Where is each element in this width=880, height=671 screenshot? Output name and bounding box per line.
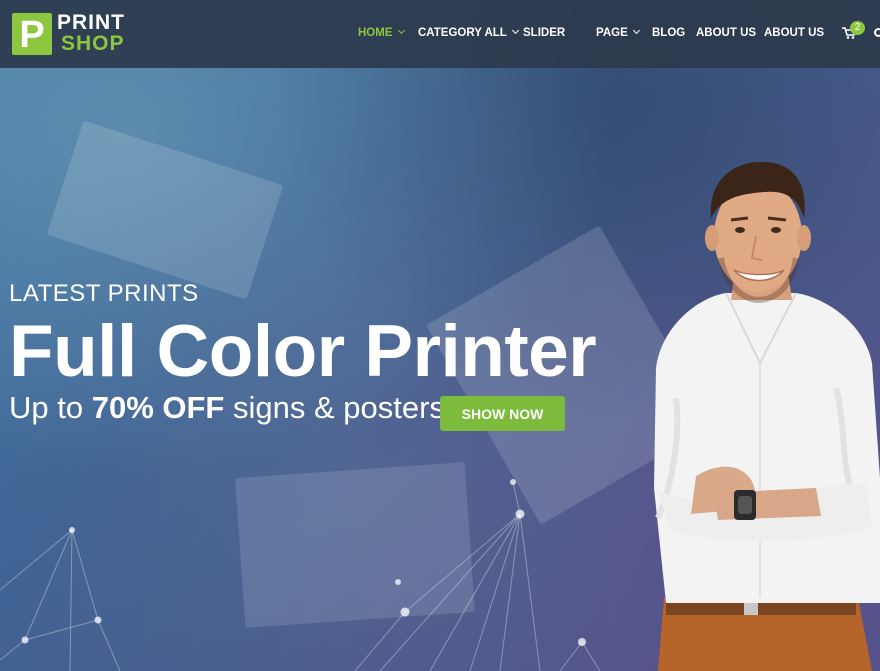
hero-offer-text: Up to 70% OFF signs & posters <box>9 390 445 426</box>
print-shop-logo[interactable]: P PRINT SHOP <box>12 11 130 56</box>
nav-about-us-label: ABOUT US <box>696 27 757 39</box>
hero-headline: Full Color Printer <box>9 311 597 392</box>
top-navbar: P PRINT SHOP HOME CATEGORY ALL SLIDER PA… <box>0 0 880 68</box>
nav-blog-label: BLOG <box>652 27 686 39</box>
smiling-man-photo <box>654 161 880 671</box>
nav-home-label: HOME <box>358 27 393 39</box>
cart-count-badge: 2 <box>850 21 865 35</box>
offer-highlight: 70% OFF <box>91 390 225 425</box>
search-icon[interactable] <box>874 28 880 37</box>
background-paper <box>46 120 284 300</box>
logo-letter-mark: P <box>12 13 52 56</box>
nav-slider[interactable]: SLIDER <box>523 26 565 40</box>
logo-print-text: PRINT <box>57 11 125 34</box>
chevron-down-icon <box>632 26 640 35</box>
logo-shop-text: SHOP <box>61 32 125 55</box>
show-now-button[interactable]: SHOW NOW <box>440 396 565 431</box>
nav-slider-label: SLIDER <box>523 27 566 39</box>
nav-about-us[interactable]: ABOUT US <box>696 26 756 40</box>
nav-about-us-secondary-label: ABOUT US <box>764 27 825 39</box>
network-lines-decoration <box>0 479 601 671</box>
offer-suffix: signs & posters <box>224 390 445 425</box>
hero-eyebrow: LATEST PRINTS <box>9 280 199 307</box>
chevron-down-icon <box>397 26 405 35</box>
nav-page[interactable]: PAGE <box>596 26 640 40</box>
nav-page-label: PAGE <box>596 27 628 39</box>
nav-blog[interactable]: BLOG <box>652 26 685 40</box>
offer-prefix: Up to <box>9 390 92 425</box>
nav-category-all-label: CATEGORY ALL <box>418 27 507 39</box>
nav-category-all[interactable]: CATEGORY ALL <box>418 26 519 40</box>
chevron-down-icon <box>511 26 519 35</box>
nav-about-us-secondary[interactable]: ABOUT US <box>764 26 824 40</box>
nav-home[interactable]: HOME <box>358 26 405 40</box>
